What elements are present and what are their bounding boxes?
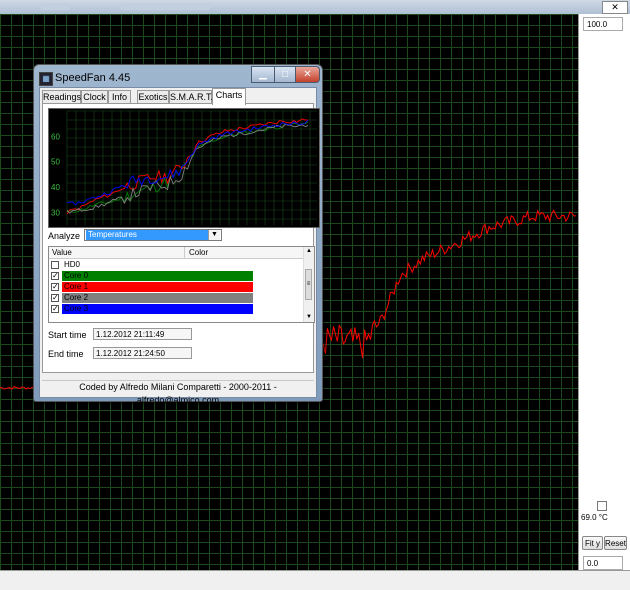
- minimize-icon[interactable]: ▁: [251, 66, 275, 83]
- tab-info[interactable]: Info: [108, 90, 131, 104]
- y-min-input[interactable]: 0.0: [583, 556, 623, 570]
- window-title: SpeedFan 4.45: [55, 72, 131, 84]
- status-bar: [0, 570, 630, 590]
- analyze-selected-value: Temperatures: [86, 230, 208, 240]
- start-time-label: Start time: [48, 330, 87, 340]
- maximize-icon[interactable]: □: [274, 66, 296, 83]
- list-header: Value Color: [49, 247, 306, 259]
- list-item[interactable]: ✓ Core 0: [51, 271, 253, 281]
- autoscale-checkbox[interactable]: [597, 501, 607, 511]
- list-item-label: Core 2: [62, 293, 253, 303]
- background-window-titlebar: ✕: [0, 0, 630, 14]
- analyze-label: Analyze: [48, 231, 81, 241]
- list-item[interactable]: ✓ Core 3: [51, 304, 253, 314]
- start-time-field: 1.12.2012 21:11:49: [93, 328, 192, 340]
- mini-y-tick-label: 50: [51, 158, 60, 167]
- chevron-down-icon[interactable]: ▼: [208, 230, 220, 240]
- scroll-up-icon[interactable]: ▲: [304, 247, 314, 256]
- tab-smart[interactable]: S.M.A.R.T.: [169, 90, 213, 104]
- scroll-down-icon[interactable]: ▼: [304, 313, 314, 322]
- credits-footer: Coded by Alfredo Milani Comparetti - 200…: [42, 380, 314, 405]
- fit-y-button[interactable]: Fit y: [582, 536, 603, 550]
- y-max-input[interactable]: 100.0: [583, 17, 623, 31]
- mini-chart-tick-labels: 30 40 50 60: [51, 132, 60, 217]
- speedfan-window: ▦ SpeedFan 4.45 ▁ □ ✕ Readings Clock Inf…: [33, 64, 323, 405]
- scrollbar-thumb[interactable]: ≡: [305, 269, 312, 300]
- tab-exotics[interactable]: Exotics: [137, 90, 169, 104]
- mini-y-tick-label: 60: [51, 132, 60, 141]
- speedfan-app-icon[interactable]: ▦: [39, 72, 53, 86]
- mini-y-tick-label: 40: [51, 183, 60, 192]
- list-item-label: Core 0: [62, 271, 253, 281]
- list-scrollbar[interactable]: ▲ ≡ ▼: [303, 247, 314, 322]
- reset-button[interactable]: Reset: [604, 536, 627, 550]
- background-tab: [40, 3, 70, 10]
- close-icon[interactable]: ✕: [602, 1, 628, 14]
- temperature-readout: 69.0 °C: [581, 513, 608, 522]
- end-time-field: 1.12.2012 21:24:50: [93, 347, 192, 359]
- charts-tab-panel: 30 40 50 60 Analyze Temperatures ▼ Value Co…: [42, 103, 320, 374]
- mini-temperature-chart: 30 40 50 60: [48, 108, 320, 228]
- tab-clock[interactable]: Clock: [81, 90, 108, 104]
- column-header-value[interactable]: Value: [52, 247, 72, 258]
- end-time-label: End time: [48, 349, 84, 359]
- list-item[interactable]: HD0: [51, 260, 253, 270]
- checkbox-hd0[interactable]: [51, 261, 59, 269]
- list-item[interactable]: ✓ Core 2: [51, 293, 253, 303]
- checkbox-core2[interactable]: ✓: [51, 294, 59, 302]
- checkbox-core1[interactable]: ✓: [51, 283, 59, 291]
- column-divider[interactable]: [184, 247, 185, 258]
- list-item[interactable]: ✓ Core 1: [51, 282, 253, 292]
- mini-y-tick-label: 30: [51, 208, 60, 217]
- list-item-label: HD0: [64, 260, 81, 269]
- time-range: Start time 1.12.2012 21:11:49 End time 1…: [43, 324, 313, 374]
- list-item-label: Core 1: [62, 282, 253, 292]
- analyze-dropdown[interactable]: Temperatures ▼: [84, 229, 222, 241]
- tab-charts[interactable]: Charts: [212, 88, 246, 105]
- window-client-area: Readings Clock Info Exotics S.M.A.R.T. C…: [39, 87, 320, 405]
- column-header-color[interactable]: Color: [189, 247, 208, 258]
- window-titlebar[interactable]: ▦ SpeedFan 4.45 ▁ □ ✕: [34, 65, 322, 87]
- close-icon[interactable]: ✕: [295, 66, 320, 83]
- background-tab: [120, 3, 210, 10]
- checkbox-core0[interactable]: ✓: [51, 272, 59, 280]
- sensor-list: Value Color HD0 ✓ Core 0 ✓ Core 1 ✓ Core…: [48, 246, 315, 323]
- list-item-label: Core 3: [62, 304, 253, 314]
- checkbox-core3[interactable]: ✓: [51, 305, 59, 313]
- tab-readings[interactable]: Readings: [42, 90, 81, 104]
- chart-controls-panel: 100.0 69.0 °C Fit y Reset 0.0: [578, 14, 630, 570]
